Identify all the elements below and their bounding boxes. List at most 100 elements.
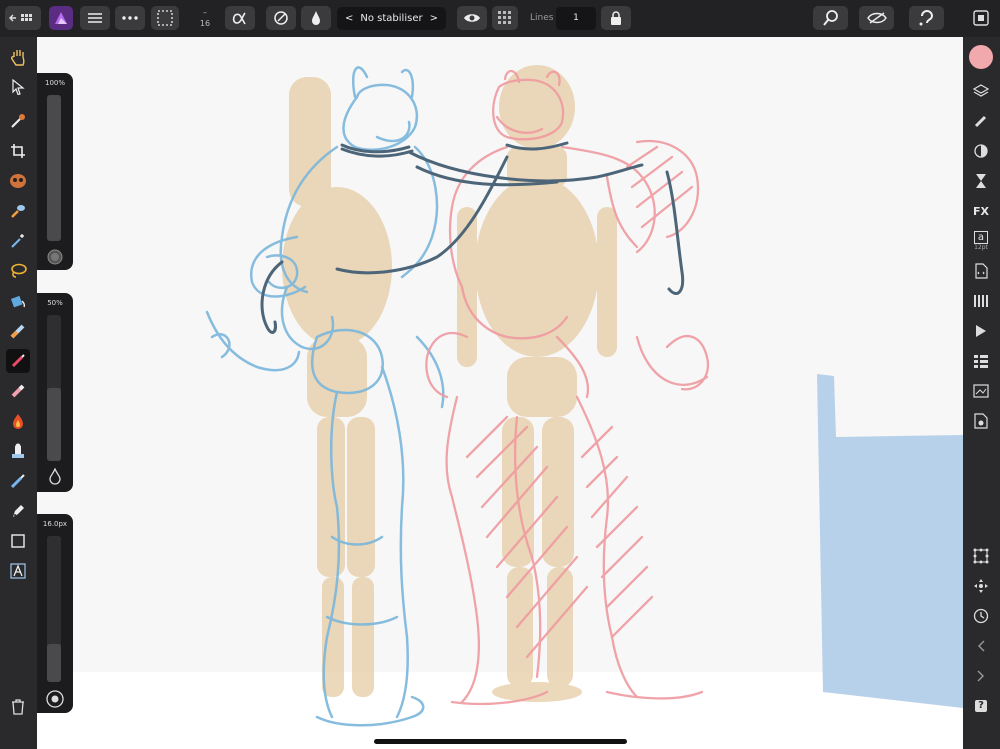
fx-button[interactable]: FX	[970, 200, 992, 222]
stabiliser-next[interactable]: >	[430, 13, 438, 24]
paint-brush-tool[interactable]	[6, 349, 30, 373]
brush-size-readout[interactable]: – 16	[192, 7, 218, 31]
help-button[interactable]: ?	[970, 695, 992, 717]
rectangle-icon	[11, 534, 25, 548]
magic-wand-tool[interactable]	[6, 229, 30, 253]
clone-tool[interactable]	[6, 439, 30, 463]
navigator-button[interactable]	[970, 380, 992, 402]
assets-button[interactable]	[970, 410, 992, 432]
wet-edges-button[interactable]	[457, 6, 487, 30]
burn-icon	[13, 414, 23, 429]
mannequin-reference	[282, 65, 617, 702]
transform-button[interactable]	[970, 575, 992, 597]
flood-fill-icon	[10, 295, 26, 308]
delete-button[interactable]	[6, 695, 30, 719]
history-clock-button[interactable]	[970, 605, 992, 627]
rectangle-tool[interactable]	[6, 529, 30, 553]
move-tool[interactable]	[6, 75, 30, 99]
stabiliser-selector[interactable]: < No stabiliser >	[337, 7, 446, 30]
healing-tool[interactable]	[6, 469, 30, 493]
magic-wand-icon	[11, 234, 24, 248]
layers-button[interactable]	[970, 80, 992, 102]
app-logo-button[interactable]	[49, 6, 73, 30]
more-icon	[122, 16, 138, 20]
channels-icon	[974, 355, 988, 368]
tools-panel	[0, 37, 37, 749]
flow-button[interactable]	[301, 6, 331, 30]
crop-tool[interactable]	[6, 139, 30, 163]
pen-tool[interactable]	[6, 499, 30, 523]
undo-button[interactable]	[970, 635, 992, 657]
home-indicator	[374, 739, 627, 744]
studio-panel: FX a 12pt ?	[963, 37, 1000, 749]
adjustments-button[interactable]	[970, 140, 992, 162]
alpha-button[interactable]	[225, 6, 255, 30]
healing-icon	[10, 474, 25, 489]
character-button[interactable]: a 12pt	[970, 230, 992, 252]
undo-icon	[978, 640, 985, 652]
freehand-selection-tool[interactable]	[6, 259, 30, 283]
channels-button[interactable]	[970, 350, 992, 372]
gradient-tool[interactable]	[6, 319, 30, 343]
primary-color-swatch[interactable]	[969, 45, 993, 69]
texture-button[interactable]	[492, 6, 518, 30]
brushes-button[interactable]	[970, 110, 992, 132]
opacity-fill	[47, 95, 61, 241]
stabiliser-prev[interactable]: <	[345, 13, 353, 24]
menu-icon	[88, 13, 102, 23]
redo-button[interactable]	[970, 665, 992, 687]
selection-brush-icon	[10, 174, 26, 188]
affinity-logo-icon	[55, 12, 67, 24]
paint-brush-icon	[11, 354, 25, 368]
stabiliser-label: No stabiliser	[360, 13, 423, 24]
move-icon	[12, 79, 25, 95]
back-button[interactable]	[5, 6, 41, 30]
source-button[interactable]	[970, 260, 992, 282]
width-icon	[46, 690, 64, 708]
menu-button[interactable]	[80, 6, 110, 30]
assistant-button[interactable]	[909, 6, 944, 30]
lock-button[interactable]	[601, 6, 631, 30]
opacity-slider[interactable]	[47, 95, 61, 241]
source-icon	[975, 263, 988, 279]
burn-tool[interactable]	[6, 409, 30, 433]
width-slider-panel: 16.0px	[37, 514, 73, 713]
flow-slider[interactable]	[47, 315, 61, 461]
zoom-button[interactable]	[813, 6, 848, 30]
minus-icon: –	[203, 8, 207, 17]
artistic-text-tool[interactable]	[6, 559, 30, 583]
selection-brush-tool[interactable]	[6, 169, 30, 193]
navigator-icon	[973, 384, 989, 398]
flood-fill-tool[interactable]	[6, 289, 30, 313]
erase-brush-tool[interactable]	[6, 379, 30, 403]
assets-icon	[974, 413, 988, 429]
play-button[interactable]	[970, 320, 992, 342]
selection-button[interactable]	[151, 6, 179, 30]
flow-label: 50%	[47, 299, 63, 307]
snapping-button[interactable]	[970, 545, 992, 567]
drawing-canvas[interactable]	[37, 37, 963, 749]
quick-mask-button[interactable]	[859, 6, 894, 30]
width-slider[interactable]	[47, 536, 61, 682]
flow-drop-icon	[49, 468, 61, 485]
swatches-button[interactable]	[970, 290, 992, 312]
history-button[interactable]	[970, 170, 992, 192]
brushes-icon	[974, 115, 987, 128]
lock-icon	[611, 11, 621, 25]
lines-value-field[interactable]: 1	[556, 7, 596, 30]
trash-icon	[12, 699, 24, 715]
snapshot-button[interactable]	[969, 6, 993, 30]
pressure-button[interactable]	[266, 6, 296, 30]
flood-select-tool[interactable]	[6, 199, 30, 223]
color-picker-tool[interactable]	[6, 109, 30, 133]
erase-brush-icon	[11, 384, 25, 398]
more-button[interactable]	[115, 6, 145, 30]
selection-icon	[157, 10, 173, 26]
top-toolbar: – 16 < No stabiliser > Lines 1	[0, 0, 1000, 37]
hand-icon	[11, 50, 25, 66]
pressure-icon	[274, 11, 288, 25]
transform-icon	[974, 579, 988, 593]
assistant-icon	[919, 10, 933, 26]
hand-tool[interactable]	[6, 45, 30, 69]
sketch-artwork	[37, 65, 963, 749]
